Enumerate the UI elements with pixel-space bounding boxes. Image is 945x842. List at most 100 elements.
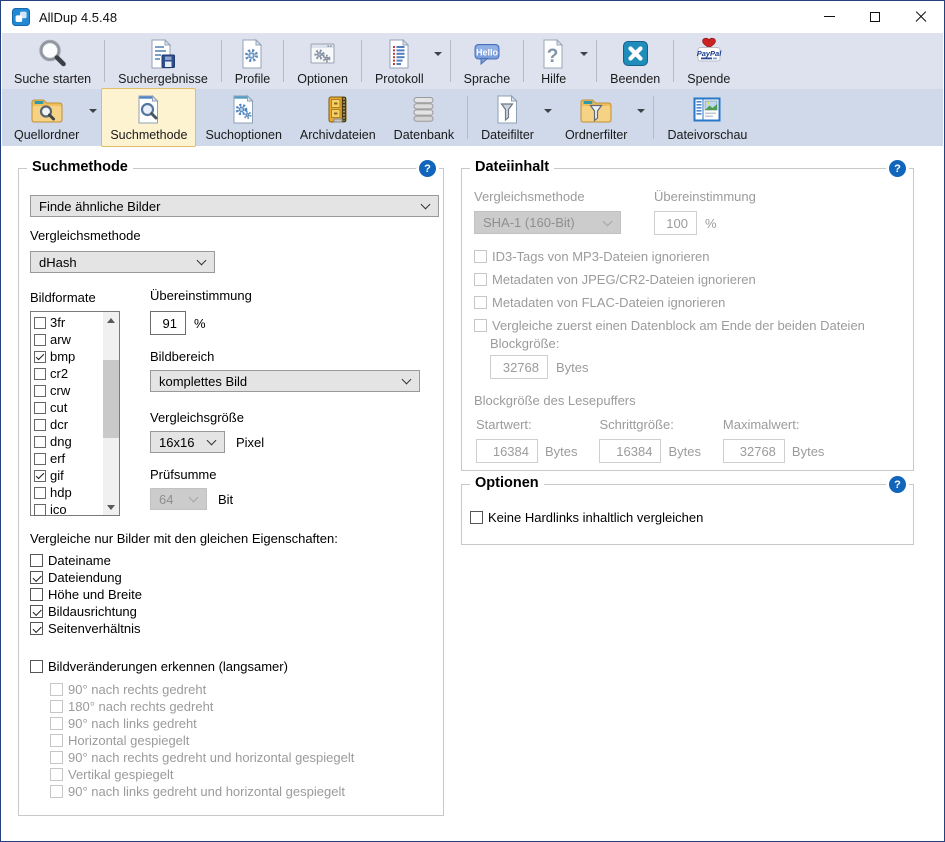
property-checkbox[interactable] [30, 588, 43, 601]
format-checkbox[interactable] [34, 368, 46, 380]
blocksize-unit: Bytes [556, 360, 589, 375]
detect-modifications-checkbox-row[interactable]: Bildveränderungen erkennen (langsamer) [30, 658, 288, 675]
detect-modifications-checkbox[interactable] [30, 660, 43, 673]
modification-checkbox-row: Vertikal gespiegelt [50, 766, 354, 783]
file-filter-dropdown-arrow[interactable] [544, 109, 552, 113]
format-item[interactable]: 3fr [34, 314, 102, 331]
scroll-up-button[interactable] [103, 312, 119, 328]
buffer-field: Startwert: 16384Bytes [476, 417, 595, 463]
donate-icon: PayPal [692, 36, 726, 72]
property-checkbox-row[interactable]: Dateiname [30, 552, 142, 569]
close-button[interactable] [898, 1, 944, 32]
format-item[interactable]: hdp [34, 484, 102, 501]
hardlinks-checkbox[interactable] [470, 511, 483, 524]
format-item[interactable]: crw [34, 382, 102, 399]
format-checkbox[interactable] [34, 402, 46, 414]
format-item[interactable]: arw [34, 331, 102, 348]
modification-checkbox-row: Horizontal gespiegelt [50, 732, 354, 749]
format-item[interactable]: dcr [34, 416, 102, 433]
minimize-button[interactable] [806, 1, 852, 32]
format-checkbox[interactable] [34, 453, 46, 465]
help-button[interactable]: ? Hilfe [528, 32, 579, 91]
modification-checkbox-row: 90° nach links gedreht [50, 715, 354, 732]
fc-checkbox-row: Metadaten von JPEG/CR2-Dateien ignoriere… [474, 268, 865, 291]
nav-source-folders-button[interactable]: Quellordner [5, 88, 88, 147]
format-checkbox[interactable] [34, 470, 46, 482]
hardlinks-checkbox-row[interactable]: Keine Hardlinks inhaltlich vergleichen [470, 509, 703, 526]
nav-database-button[interactable]: Datenbank [385, 88, 463, 147]
format-checkbox[interactable] [34, 385, 46, 397]
nav-archive-files-button[interactable]: Archivdateien [291, 88, 385, 147]
nav-search-options-button[interactable]: Suchoptionen [196, 88, 290, 147]
source-folder-dropdown-arrow[interactable] [89, 109, 97, 113]
help-icon[interactable]: ? [889, 160, 906, 177]
property-checkbox[interactable] [30, 554, 43, 567]
nav-search-method-button[interactable]: Suchmethode [101, 88, 196, 147]
format-checkbox[interactable] [34, 419, 46, 431]
fc-checkbox [474, 319, 487, 332]
nav-file-filter-button[interactable]: Dateifilter [472, 88, 543, 147]
format-item[interactable]: cut [34, 399, 102, 416]
formats-scrollbar[interactable] [103, 312, 119, 515]
help-icon[interactable]: ? [419, 160, 436, 177]
maximize-button[interactable] [852, 1, 898, 32]
file-content-panel: Dateiinhalt ? Vergleichsmethode Übereins… [461, 168, 914, 471]
language-button[interactable]: Hello Sprache [455, 32, 520, 91]
chevron-down-icon [197, 256, 207, 266]
search-method-select[interactable]: Finde ähnliche Bilder [30, 195, 439, 217]
exit-button[interactable]: Beenden [601, 32, 669, 91]
donate-button[interactable]: PayPal Spende [678, 32, 739, 91]
property-checkbox[interactable] [30, 605, 43, 618]
format-checkbox[interactable] [34, 487, 46, 499]
format-checkbox[interactable] [34, 351, 46, 363]
folder-filter-icon [577, 92, 615, 128]
modification-checkbox [50, 768, 63, 781]
scrollbar-thumb[interactable] [103, 360, 119, 438]
format-checkbox[interactable] [34, 334, 46, 346]
format-checkbox[interactable] [34, 317, 46, 329]
scroll-down-button[interactable] [103, 499, 119, 515]
property-checkbox[interactable] [30, 571, 43, 584]
image-area-value: komplettes Bild [159, 374, 247, 389]
log-dropdown-arrow[interactable] [434, 52, 442, 56]
checksum-label: Prüfsumme [150, 467, 216, 482]
title-bar[interactable]: AllDup 4.5.48 [1, 1, 944, 33]
options-button[interactable]: Optionen [288, 32, 357, 91]
format-checkbox[interactable] [34, 436, 46, 448]
folder-filter-dropdown-arrow[interactable] [637, 109, 645, 113]
format-checkbox[interactable] [34, 504, 46, 516]
image-formats-listbox[interactable]: 3fr arw bmp cr2 [30, 311, 120, 516]
exit-icon [619, 36, 652, 72]
format-item[interactable]: ico [34, 501, 102, 518]
format-item[interactable]: cr2 [34, 365, 102, 382]
log-icon [383, 36, 416, 72]
search-method-panel: Suchmethode ? Finde ähnliche Bilder Verg… [18, 168, 444, 816]
property-checkbox-row[interactable]: Bildausrichtung [30, 603, 142, 620]
compare-size-select[interactable]: 16x16 [150, 431, 225, 453]
format-item[interactable]: bmp [34, 348, 102, 365]
compare-method-select[interactable]: dHash [30, 251, 215, 273]
compare-size-value: 16x16 [159, 435, 194, 450]
modification-label: 180° nach rechts gedreht [68, 699, 213, 714]
image-area-label: Bildbereich [150, 349, 214, 364]
property-checkbox-row[interactable]: Dateiendung [30, 569, 142, 586]
hardlinks-label: Keine Hardlinks inhaltlich vergleichen [488, 510, 703, 525]
search-results-button[interactable]: Suchergebnisse [109, 32, 217, 91]
property-checkbox-row[interactable]: Höhe und Breite [30, 586, 142, 603]
nav-file-preview-button[interactable]: Dateivorschau [658, 88, 756, 147]
image-area-select[interactable]: komplettes Bild [150, 370, 420, 392]
format-item[interactable]: erf [34, 450, 102, 467]
fc-checkbox-row: ID3-Tags von MP3-Dateien ignorieren [474, 245, 865, 268]
match-input[interactable]: 91 [150, 311, 186, 335]
start-search-button[interactable]: Suche starten [5, 32, 100, 91]
profiles-button[interactable]: Profile [226, 32, 279, 91]
nav-folder-filter-button[interactable]: Ordnerfilter [556, 88, 637, 147]
format-item[interactable]: dng [34, 433, 102, 450]
help-dropdown-arrow[interactable] [580, 52, 588, 56]
help-icon[interactable]: ? [889, 476, 906, 493]
property-checkbox[interactable] [30, 622, 43, 635]
log-button[interactable]: Protokoll [366, 32, 433, 91]
format-item[interactable]: gif [34, 467, 102, 484]
property-checkbox-row[interactable]: Seitenverhältnis [30, 620, 142, 637]
modification-checkbox-row: 90° nach links gedreht und horizontal ge… [50, 783, 354, 800]
